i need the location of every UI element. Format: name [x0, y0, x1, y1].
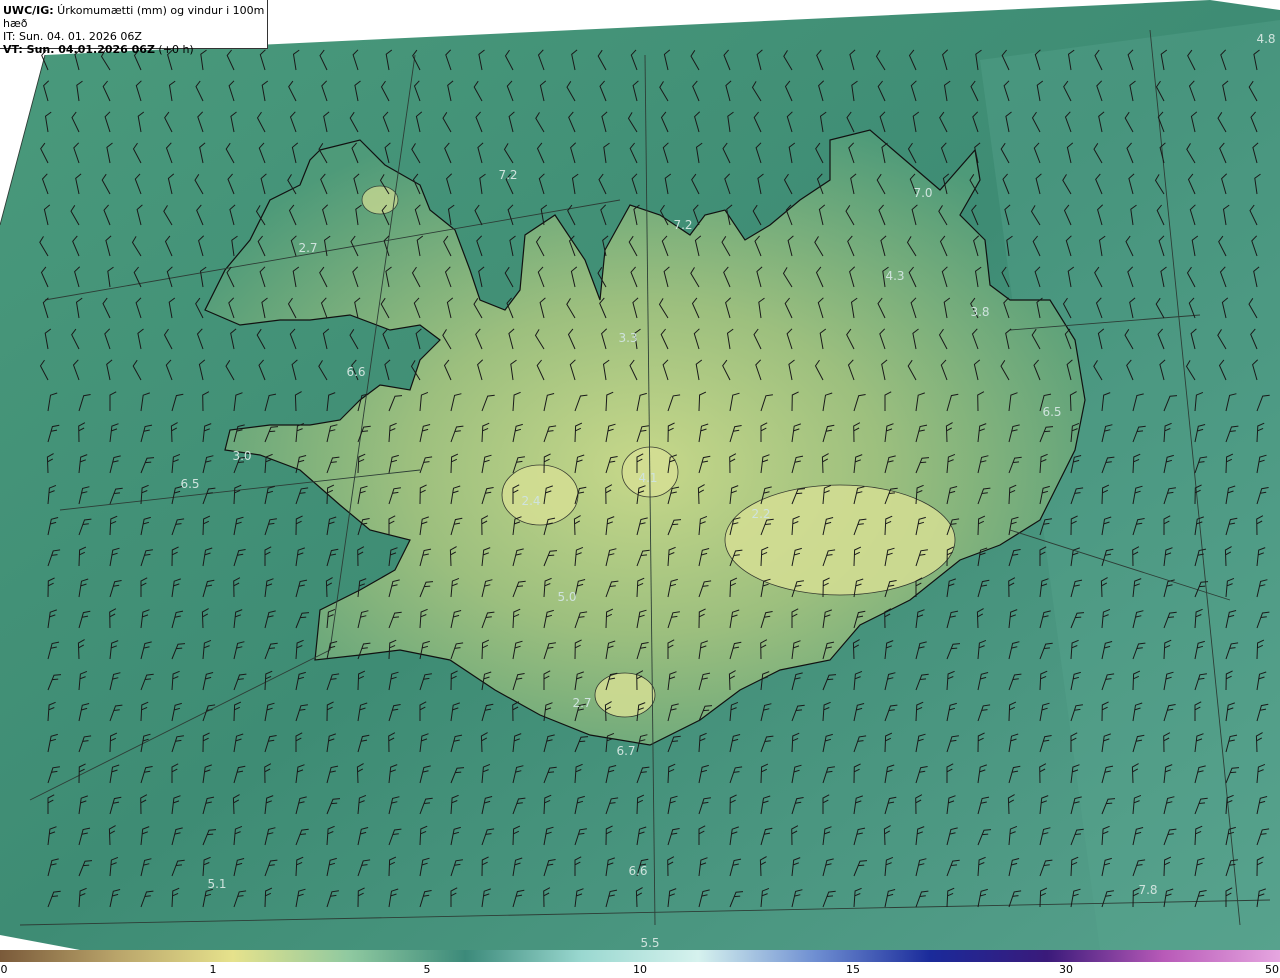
value-label: 2.4 [521, 494, 541, 508]
forecast-offset: (+0 h) [154, 43, 194, 56]
value-label: 2.7 [298, 241, 318, 255]
value-label: 7.0 [913, 186, 933, 200]
colorbar-tick: 0 [0, 963, 8, 976]
colorbar-tick: 5 [423, 963, 431, 976]
title-prefix: UWC/IG: [3, 4, 54, 17]
value-label: 2.2 [751, 507, 771, 521]
value-label: 3.3 [618, 331, 638, 345]
value-label: 7.2 [673, 218, 693, 232]
value-label: 3.8 [970, 305, 990, 319]
value-label: 2.7 [572, 696, 592, 710]
value-label: 6.6 [628, 864, 648, 878]
colorbar-tick: 10 [633, 963, 647, 976]
colorbar-tick: 15 [846, 963, 860, 976]
value-label: 5.1 [207, 877, 227, 891]
value-label: 4.3 [885, 269, 905, 283]
value-label: 3.0 [232, 449, 252, 463]
value-label: 5.5 [640, 936, 660, 950]
myrdalsjokull-glacier [594, 672, 656, 718]
value-label: 5.0 [557, 590, 577, 604]
colorbar-tick: 1 [209, 963, 217, 976]
value-label: 7.8 [1138, 883, 1158, 897]
value-label: 6.5 [180, 477, 200, 491]
precipitation-colorbar [0, 950, 1280, 962]
value-label: 4.1 [638, 471, 658, 485]
value-label: 4.8 [1256, 32, 1276, 46]
colorbar-tick: 50 [1265, 963, 1279, 976]
map-title-box: UWC/IG: Úrkomumætti (mm) og vindur i 100… [0, 0, 268, 56]
init-time: IT: Sun. 04. 01. 2026 06Z [3, 30, 142, 43]
value-label: 6.6 [346, 365, 366, 379]
value-label: 7.2 [498, 168, 518, 182]
valid-time: VT: Sun. 04.01.2026 06Z [3, 43, 155, 56]
colorbar-tick: 30 [1059, 963, 1073, 976]
value-label: 6.5 [1042, 405, 1062, 419]
value-label: 6.7 [616, 744, 636, 758]
